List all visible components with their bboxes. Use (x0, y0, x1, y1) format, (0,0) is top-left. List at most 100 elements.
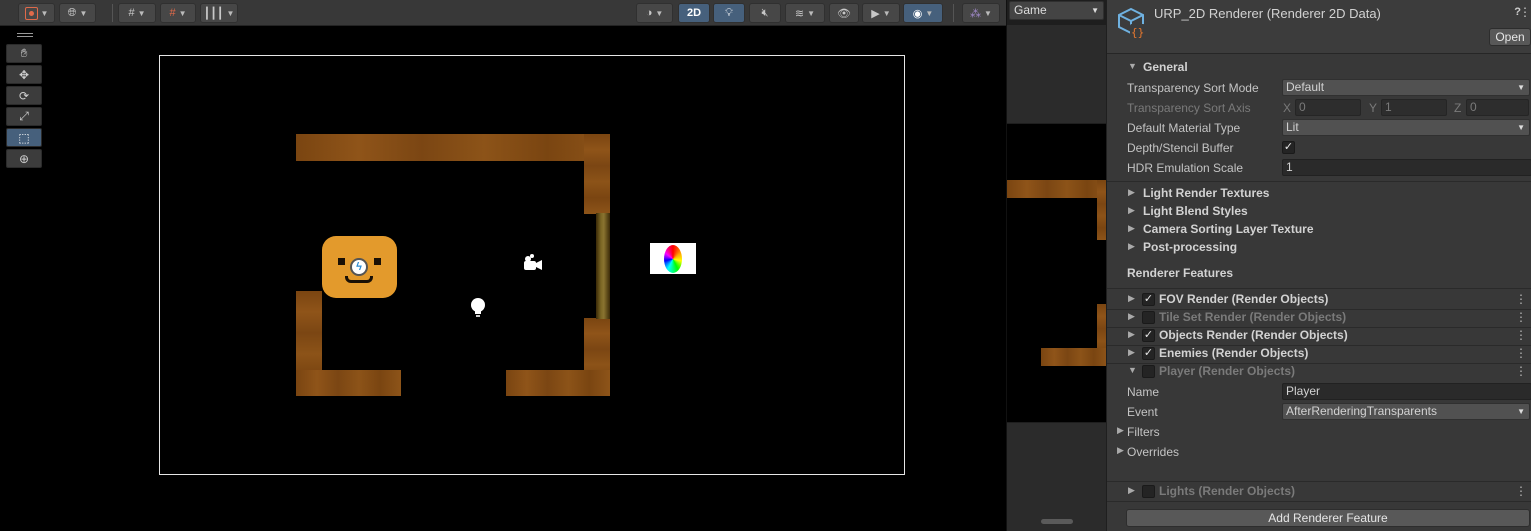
sort-axis-x-field[interactable]: 0 (1295, 99, 1361, 116)
grid-snap-icon: # (128, 7, 135, 19)
feature-lights[interactable]: ▶ Lights (Render Objects) ⋮ (1107, 482, 1531, 502)
foldout-expanded-icon: ▼ (1128, 365, 1137, 375)
lightbulb-gizmo-icon[interactable] (470, 298, 486, 320)
rect-icon: ⬚ (18, 130, 30, 145)
transform-tool[interactable]: ⊕ (6, 149, 42, 168)
hdr-emulation-field[interactable]: 1 (1282, 159, 1531, 176)
depth-stencil-checkbox[interactable]: ✓ (1282, 141, 1295, 154)
transparency-sort-mode-dropdown[interactable]: Default ▼ (1282, 79, 1530, 96)
feature-enabled-checkbox[interactable] (1142, 365, 1155, 378)
scale-icon: ⤢ (19, 109, 29, 123)
effects-icon: ≋ (794, 7, 805, 20)
general-foldout[interactable]: ▼ General (1107, 58, 1531, 78)
inspector-header: {} URP_2D Renderer (Renderer 2D Data) ? … (1107, 0, 1531, 54)
wall-top[interactable] (296, 134, 610, 161)
chevron-down-icon: ▼ (1517, 83, 1525, 92)
default-material-type-dropdown[interactable]: Lit ▼ (1282, 119, 1530, 136)
scene-visibility-toggle[interactable]: 👁︎ (829, 3, 859, 23)
kebab-menu-icon[interactable]: ⋮ (1515, 328, 1527, 342)
2d-mode-toggle[interactable]: 2D (678, 3, 710, 23)
add-renderer-feature-button[interactable]: Add Renderer Feature (1126, 509, 1530, 527)
open-button[interactable]: Open (1489, 28, 1531, 46)
wall-bottom-left[interactable] (296, 370, 401, 396)
camera-sorting-layer-foldout[interactable]: ▶ Camera Sorting Layer Texture (1107, 220, 1531, 240)
depth-stencil-row: Depth/Stencil Buffer ✓ (1127, 141, 1295, 155)
visibility-off-icon: 👁︎ (837, 7, 851, 20)
player-sprite[interactable]: ϟ (322, 236, 397, 298)
kebab-menu-icon[interactable]: ⋮ (1515, 484, 1527, 498)
camera-gizmo-icon[interactable] (521, 253, 543, 278)
feature-enemies[interactable]: ▶ ✓ Enemies (Render Objects) ⋮ (1107, 344, 1531, 364)
scene-view[interactable]: ▼ 🌐︎▼ #▼ #▼ ┃┃┃▼ ◑▼ 2D 💡︎ 🔇︎ ≋▼ 👁︎ (0, 0, 1006, 531)
gizmo-icon (24, 6, 38, 20)
game-canvas[interactable] (1007, 124, 1106, 422)
post-processing-foldout[interactable]: ▶ Post-processing (1107, 238, 1531, 258)
feature-tile-set-render[interactable]: ▶ Tile Set Render (Render Objects) ⋮ (1107, 308, 1531, 328)
grip-handle[interactable] (17, 33, 33, 37)
game-display-dropdown[interactable]: Game ▼ (1009, 1, 1104, 20)
game-letterbox-top (1007, 25, 1106, 123)
feature-enabled-checkbox[interactable] (1142, 311, 1155, 324)
feature-enabled-checkbox[interactable]: ✓ (1142, 293, 1155, 306)
foldout-collapsed-icon: ▶ (1128, 329, 1135, 339)
color-wheel-sprite[interactable] (650, 243, 696, 274)
sort-axis-y-field[interactable]: 1 (1381, 99, 1447, 116)
game-view[interactable]: Game ▼ (1006, 0, 1106, 531)
global-local-toggle[interactable]: 🌐︎ ▼ (59, 3, 96, 23)
shading-mode-button[interactable]: ◑ ▼ (636, 3, 673, 23)
game-wall-bottom (1041, 348, 1106, 366)
hand-tool[interactable]: ✋︎ (6, 44, 42, 63)
foldout-collapsed-icon: ▶ (1128, 347, 1135, 357)
increment-snap-icon: # (169, 7, 176, 19)
light-blend-styles-foldout[interactable]: ▶ Light Blend Styles (1107, 202, 1531, 222)
audio-toggle[interactable]: 🔇︎ (749, 3, 781, 23)
chevron-down-icon: ▼ (1091, 6, 1099, 15)
feature-enabled-checkbox[interactable] (1142, 485, 1155, 498)
camera-settings-button[interactable]: ▶ ▼ (862, 3, 900, 23)
feature-enabled-checkbox[interactable]: ✓ (1142, 329, 1155, 342)
increment-snap-button[interactable]: # ▼ (160, 3, 196, 23)
rotate-icon: ⟳ (18, 88, 30, 103)
foldout-collapsed-icon: ▶ (1117, 445, 1124, 455)
scale-tool[interactable]: ⤢ (6, 107, 42, 126)
rotate-tool[interactable]: ⟳ (6, 86, 42, 105)
lighting-toggle[interactable]: 💡︎ (713, 3, 745, 23)
wall-bottom-right[interactable] (506, 370, 610, 396)
gizmos-button[interactable]: ◉ ▼ (903, 3, 943, 23)
kebab-menu-icon[interactable]: ⋮ (1515, 292, 1527, 306)
foldout-expanded-icon: ▼ (1128, 61, 1137, 71)
kebab-menu-icon[interactable]: ⋮ (1519, 5, 1531, 19)
kebab-menu-icon[interactable]: ⋮ (1515, 346, 1527, 360)
grid-snap-button[interactable]: # ▼ (118, 3, 156, 23)
camera-icon: ▶ (871, 7, 880, 20)
effects-button[interactable]: ≋ ▼ (785, 3, 825, 23)
scrollbar[interactable] (1041, 519, 1073, 524)
sort-axis-z-field[interactable]: 0 (1466, 99, 1529, 116)
player-event-dropdown[interactable]: AfterRenderingTransparents ▼ (1282, 403, 1530, 420)
wall-right-upper[interactable] (584, 134, 610, 214)
rect-tool[interactable]: ⬚ (6, 128, 42, 147)
transparency-sort-axis-row: Transparency Sort Axis X 0 Y 1 Z 0 (1107, 98, 1531, 118)
game-wall-right (1097, 180, 1106, 240)
light-render-textures-foldout[interactable]: ▶ Light Render Textures (1107, 184, 1531, 204)
feature-fov-render[interactable]: ▶ ✓ FOV Render (Render Objects) ⋮ (1107, 290, 1531, 310)
hand-icon: ✋︎ (20, 46, 28, 60)
game-wall-top (1007, 180, 1106, 198)
layers-button[interactable]: ⁂ ▼ (962, 3, 1000, 23)
feature-objects-render[interactable]: ▶ ✓ Objects Render (Render Objects) ⋮ (1107, 326, 1531, 346)
feature-enabled-checkbox[interactable]: ✓ (1142, 347, 1155, 360)
foldout-collapsed-icon: ▶ (1128, 311, 1135, 321)
feature-player[interactable]: ▼ Player (Render Objects) ⋮ (1107, 362, 1531, 382)
audio-mute-icon: 🔇︎ (761, 6, 769, 19)
move-tool[interactable]: ✥ (6, 65, 42, 84)
kebab-menu-icon[interactable]: ⋮ (1515, 310, 1527, 324)
ruler-button[interactable]: ┃┃┃ ▼ (200, 3, 238, 23)
gizmo-tool-button[interactable]: ▼ (18, 3, 55, 23)
player-name-field[interactable]: Player (1282, 383, 1531, 400)
foldout-collapsed-icon: ▶ (1128, 187, 1135, 197)
filters-foldout[interactable]: ▶ Filters (1107, 422, 1531, 442)
kebab-menu-icon[interactable]: ⋮ (1515, 364, 1527, 378)
overrides-foldout[interactable]: ▶ Overrides (1107, 442, 1531, 462)
door[interactable] (596, 213, 610, 319)
foldout-collapsed-icon: ▶ (1128, 293, 1135, 303)
